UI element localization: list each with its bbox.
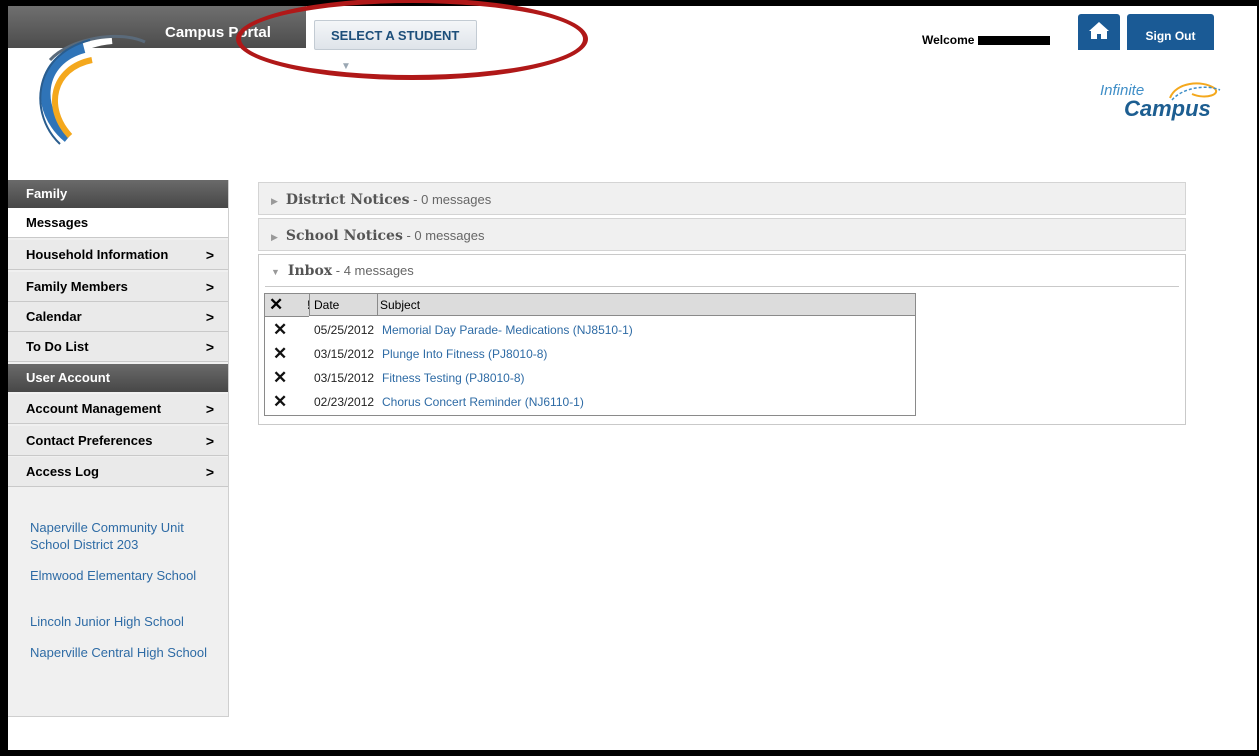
delete-icon[interactable]: ✕: [273, 318, 287, 342]
sidebar-item-calendar[interactable]: Calendar >: [8, 302, 228, 332]
delete-icon[interactable]: ✕: [273, 390, 287, 414]
sidebar-item-access-log[interactable]: Access Log >: [8, 457, 228, 487]
chevron-right-icon: >: [205, 247, 214, 263]
sidebar-item-messages[interactable]: Messages: [8, 208, 228, 238]
message-subject-link[interactable]: Memorial Day Parade- Medications (NJ8510…: [382, 318, 633, 342]
expand-triangle-icon: ▶: [271, 196, 278, 206]
sidebar-item-label: Household Information: [26, 247, 169, 262]
sidebar-header-user-account: User Account: [8, 364, 228, 392]
welcome-label: Welcome: [922, 33, 975, 47]
message-subject-link[interactable]: Fitness Testing (PJ8010-8): [382, 366, 525, 390]
subject-column-header[interactable]: Subject: [377, 294, 915, 316]
message-subject-link[interactable]: Plunge Into Fitness (PJ8010-8): [382, 342, 547, 366]
chevron-right-icon: >: [205, 279, 214, 295]
welcome-text: Welcome: [922, 33, 1051, 47]
divider: [265, 286, 1179, 287]
date-column-header[interactable]: Date: [309, 294, 377, 316]
message-date: 03/15/2012: [314, 347, 375, 361]
school-link-elmwood[interactable]: Elmwood Elementary School: [30, 567, 220, 584]
sign-out-button[interactable]: Sign Out: [1127, 14, 1214, 50]
sidebar: Family Messages Household Information > …: [8, 180, 229, 717]
sidebar-item-account-management[interactable]: Account Management >: [8, 394, 228, 424]
chevron-right-icon: >: [205, 309, 214, 325]
chevron-right-icon: >: [205, 433, 214, 449]
sidebar-item-label: Calendar: [26, 309, 82, 324]
message-date: 02/23/2012: [314, 395, 375, 409]
sidebar-item-to-do-list[interactable]: To Do List >: [8, 332, 228, 362]
home-icon: [1089, 22, 1109, 39]
message-date: 03/15/2012: [314, 371, 375, 385]
chevron-right-icon: >: [205, 339, 214, 355]
chevron-right-icon: >: [205, 464, 214, 480]
sidebar-item-label: Contact Preferences: [26, 433, 153, 448]
delete-all-icon[interactable]: ✕: [269, 294, 283, 316]
select-student-dropdown[interactable]: SELECT A STUDENT ▼: [314, 20, 477, 72]
chevron-right-icon: >: [205, 401, 214, 417]
message-table: ✕ ! Date Subject ✕ 05/25/2012 Memorial D…: [264, 293, 916, 416]
school-notices-panel[interactable]: ▶ School Notices - 0 messages: [258, 218, 1186, 251]
campus-swoosh-logo: [39, 35, 146, 145]
sidebar-item-label: Messages: [26, 215, 89, 230]
logo-swirl-icon: [1169, 82, 1221, 101]
sidebar-item-contact-preferences[interactable]: Contact Preferences >: [8, 426, 228, 456]
table-header-delete: ✕ !: [265, 294, 311, 317]
district-link[interactable]: Naperville Community Unit School Distric…: [30, 519, 220, 553]
inbox-title: Inbox: [287, 263, 333, 279]
sidebar-item-family-members[interactable]: Family Members >: [8, 272, 228, 302]
home-button[interactable]: [1078, 14, 1120, 50]
collapse-triangle-icon: ▼: [271, 267, 280, 277]
select-student-label: SELECT A STUDENT: [331, 28, 460, 43]
infinite-campus-logo: Infinite Campus: [1100, 78, 1230, 128]
sidebar-item-label: To Do List: [26, 339, 89, 354]
district-notices-panel[interactable]: ▶ District Notices - 0 messages: [258, 182, 1186, 215]
table-row: ✕ 02/23/2012 Chorus Concert Reminder (NJ…: [265, 390, 915, 414]
school-notices-count: - 0 messages: [406, 228, 485, 243]
table-row: ✕ 05/25/2012 Memorial Day Parade- Medica…: [265, 318, 915, 342]
sidebar-item-label: Access Log: [26, 464, 99, 479]
expand-triangle-icon: ▶: [271, 232, 278, 242]
message-subject-link[interactable]: Chorus Concert Reminder (NJ6110-1): [382, 390, 584, 414]
school-link-lincoln[interactable]: Lincoln Junior High School: [30, 613, 220, 630]
message-date: 05/25/2012: [314, 323, 375, 337]
portal-title: Campus Portal: [165, 24, 271, 41]
redacted-username: [978, 36, 1051, 46]
table-row: ✕ 03/15/2012 Plunge Into Fitness (PJ8010…: [265, 342, 915, 366]
school-notices-title: School Notices: [285, 228, 403, 244]
sidebar-item-label: Account Management: [26, 401, 162, 416]
inbox-header[interactable]: ▼ Inbox - 4 messages: [271, 263, 414, 279]
delete-icon[interactable]: ✕: [273, 342, 287, 366]
delete-icon[interactable]: ✕: [273, 366, 287, 390]
district-notices-count: - 0 messages: [413, 192, 492, 207]
sidebar-item-label: Family Members: [26, 279, 128, 294]
school-link-naperville-central[interactable]: Naperville Central High School: [30, 644, 220, 661]
inbox-count: - 4 messages: [335, 263, 414, 278]
sidebar-header-family: Family: [8, 180, 228, 208]
chevron-down-icon: ▼: [341, 61, 351, 72]
sidebar-item-household-information[interactable]: Household Information >: [8, 240, 228, 270]
district-notices-title: District Notices: [285, 192, 410, 208]
table-row: ✕ 03/15/2012 Fitness Testing (PJ8010-8): [265, 366, 915, 390]
